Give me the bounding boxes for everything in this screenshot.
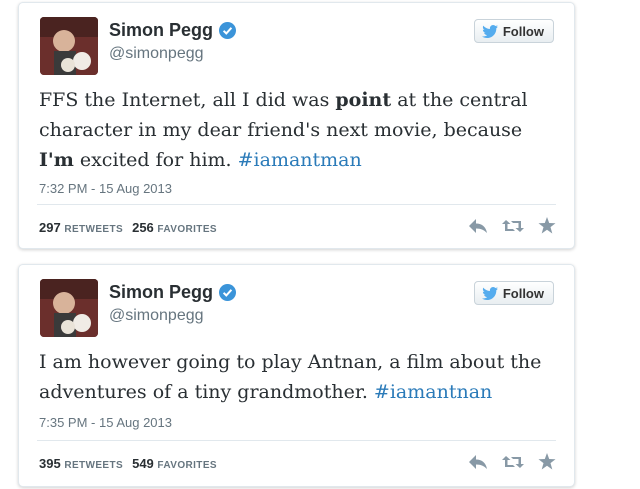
avatar[interactable]: [40, 279, 98, 337]
tweet-stats: 297 RETWEETS 256 FAVORITES: [39, 220, 217, 235]
tweet-text-part: FFS the Internet, all I did was: [39, 89, 336, 111]
tweet-text: I am however going to play Antnan, a fil…: [39, 347, 552, 407]
star-icon[interactable]: [538, 453, 556, 470]
hashtag-link[interactable]: #iamantnan: [374, 381, 492, 403]
tweet-card: Simon Pegg @simonpegg Follow I am howeve…: [18, 264, 575, 487]
tweet-text-bold: I'm: [39, 149, 74, 171]
star-icon[interactable]: [538, 217, 556, 234]
retweet-count[interactable]: 297 RETWEETS: [39, 220, 123, 235]
favorite-count[interactable]: 256 FAVORITES: [132, 220, 217, 235]
tweet-actions: [468, 217, 556, 234]
user-handle[interactable]: @simonpegg: [109, 45, 204, 63]
favorite-count-label: FAVORITES: [157, 460, 217, 471]
favorite-count[interactable]: 549 FAVORITES: [132, 456, 217, 471]
reply-icon[interactable]: [468, 218, 488, 234]
retweet-count-value: 297: [39, 220, 61, 235]
tweet-stats: 395 RETWEETS 549 FAVORITES: [39, 456, 217, 471]
tweet-actions: [468, 453, 556, 470]
retweet-count[interactable]: 395 RETWEETS: [39, 456, 123, 471]
favorite-count-label: FAVORITES: [157, 224, 217, 235]
divider: [37, 440, 556, 441]
divider: [37, 204, 556, 205]
retweet-icon[interactable]: [502, 218, 524, 234]
tweet-timestamp[interactable]: 7:32 PM - 15 Aug 2013: [39, 181, 172, 196]
favorite-count-value: 256: [132, 220, 154, 235]
tweet-timestamp[interactable]: 7:35 PM - 15 Aug 2013: [39, 415, 172, 430]
twitter-bird-icon: [481, 286, 498, 300]
display-name-text[interactable]: Simon Pegg: [109, 20, 213, 41]
retweet-count-value: 395: [39, 456, 61, 471]
tweet-card: Simon Pegg @simonpegg Follow FFS the Int…: [18, 2, 575, 249]
tweet-text-bold: point: [335, 89, 392, 111]
display-name-text[interactable]: Simon Pegg: [109, 282, 213, 303]
retweet-count-label: RETWEETS: [64, 460, 124, 471]
verified-badge-icon: [219, 284, 237, 301]
avatar[interactable]: [40, 17, 98, 75]
follow-button-label: Follow: [502, 23, 544, 39]
retweet-icon[interactable]: [502, 454, 524, 470]
retweet-count-label: RETWEETS: [64, 224, 124, 235]
tweet-text-part: excited for him.: [73, 149, 238, 171]
hashtag-link[interactable]: #iamantman: [238, 149, 362, 171]
follow-button[interactable]: Follow: [473, 281, 554, 305]
verified-badge-icon: [219, 22, 237, 39]
reply-icon[interactable]: [468, 454, 488, 470]
twitter-bird-icon: [481, 24, 498, 38]
display-name[interactable]: Simon Pegg: [109, 20, 237, 41]
display-name[interactable]: Simon Pegg: [109, 282, 237, 303]
follow-button-label: Follow: [502, 285, 544, 301]
follow-button[interactable]: Follow: [473, 19, 554, 43]
favorite-count-value: 549: [132, 456, 154, 471]
tweet-text: FFS the Internet, all I did was point at…: [39, 85, 552, 175]
user-handle[interactable]: @simonpegg: [109, 307, 204, 325]
